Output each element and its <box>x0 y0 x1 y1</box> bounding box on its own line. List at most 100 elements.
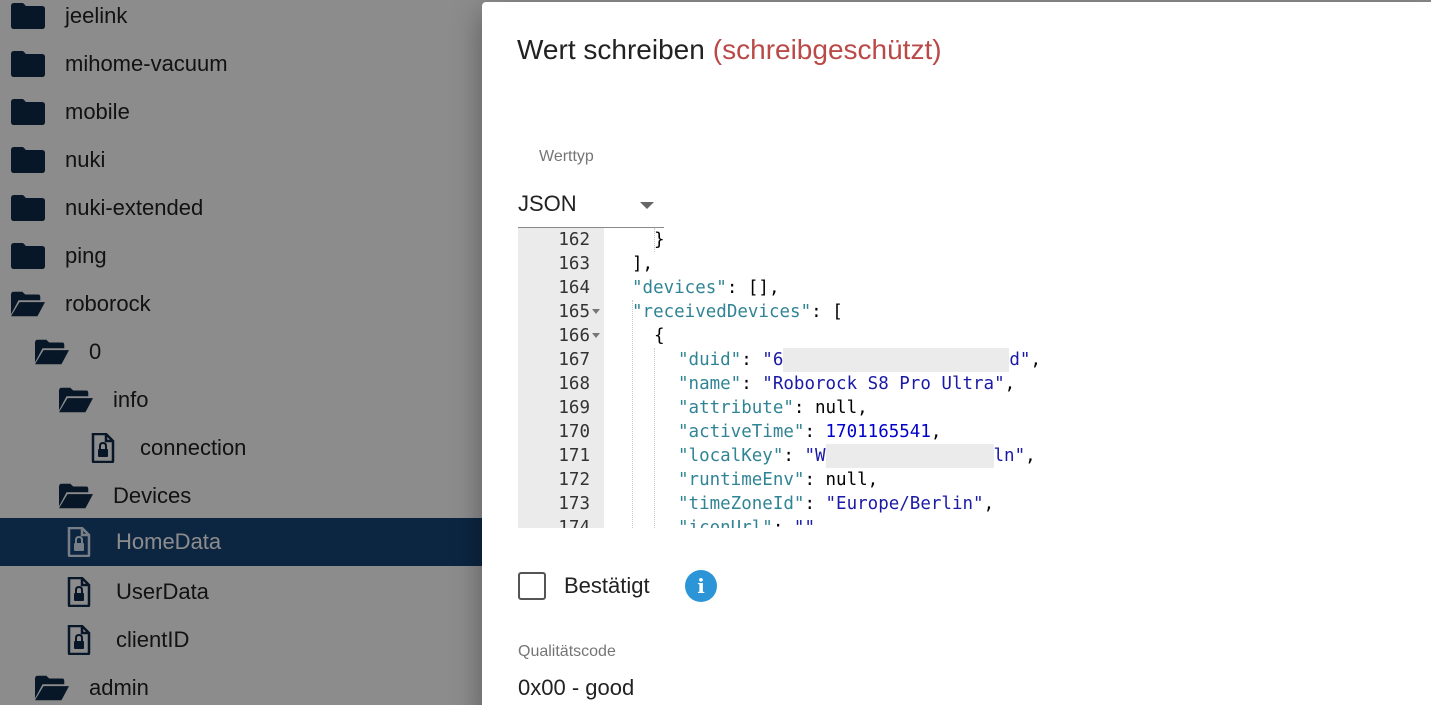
tree-item-label: connection <box>140 435 247 460</box>
quality-code-label: Qualitätscode <box>518 643 616 660</box>
readonly-note: (schreibgeschützt) <box>712 34 942 65</box>
json-key: "duid" <box>678 350 742 370</box>
json-string: "6 <box>762 350 784 370</box>
confirmed-label: Bestätigt <box>564 573 650 598</box>
json-punct: : [], <box>726 278 780 298</box>
code-line: "activeTime": 1701165541, <box>678 420 941 444</box>
code-line: "receivedDevices": [ <box>632 300 843 324</box>
json-punct: : null, <box>804 470 879 490</box>
confirmed-checkbox[interactable] <box>518 572 546 600</box>
locked-file-icon <box>62 625 96 655</box>
folder-icon <box>11 242 45 270</box>
json-punct: , <box>983 494 995 514</box>
json-string: ln" <box>993 446 1026 466</box>
json-string: "Roborock S8 Pro Ultra" <box>762 374 1005 394</box>
tree-item-label: ping <box>65 243 107 268</box>
folder-open-icon <box>59 482 93 510</box>
folder-open-icon <box>59 386 93 414</box>
value-type-label: Werttyp <box>539 148 594 165</box>
folder-open-icon <box>35 674 69 702</box>
folder-icon <box>11 50 45 78</box>
code-line: ], <box>632 254 654 274</box>
code-line: "iconUrl": "", <box>678 516 826 528</box>
line-number: 164 <box>558 278 590 298</box>
folder-icon <box>11 146 45 174</box>
json-punct: , <box>1025 446 1036 466</box>
json-punct: : <box>783 446 805 466</box>
dialog-title-text: Wert schreiben <box>517 34 705 65</box>
tree-item-label: 0 <box>89 339 102 364</box>
redacted-block <box>825 444 994 468</box>
value-type-select[interactable]: JSON <box>518 190 664 228</box>
json-key: "name" <box>678 374 742 394</box>
json-string: "" <box>793 518 815 528</box>
tree-item-label: nuki-extended <box>65 195 204 220</box>
line-number: 174 <box>558 518 590 528</box>
tree-item-label: mobile <box>65 99 130 124</box>
json-key: "iconUrl" <box>678 518 773 528</box>
fold-arrow-icon[interactable] <box>592 309 600 314</box>
json-string: "W <box>804 446 826 466</box>
json-string: d" <box>1009 350 1031 370</box>
line-number: 173 <box>558 494 590 514</box>
confirmed-checkbox-row[interactable]: Bestätigt <box>518 572 650 600</box>
code-line: "name": "Roborock S8 Pro Ultra", <box>678 372 1015 396</box>
code-line: "runtimeEnv": null, <box>678 468 878 492</box>
folder-open-icon <box>11 290 45 318</box>
json-string: "Europe/Berlin" <box>825 494 984 514</box>
json-punct: : <box>741 374 763 394</box>
json-punct: : [ <box>811 302 843 322</box>
folder-icon <box>11 2 45 30</box>
code-line: "timeZoneId": "Europe/Berlin", <box>678 492 994 516</box>
code-line: "attribute": null, <box>678 396 868 420</box>
json-key: "receivedDevices" <box>632 302 812 322</box>
code-line: "duid": "6 d", <box>678 348 1041 372</box>
write-value-dialog: Wert schreiben (schreibgeschützt) Werttyp… <box>482 2 1431 705</box>
code-line: "localKey": "W ln", <box>678 444 1036 468</box>
tree-item-label: roborock <box>65 291 151 316</box>
locked-file-icon <box>62 577 96 607</box>
redacted-block <box>783 348 1010 372</box>
tree-item-label: admin <box>89 675 149 700</box>
code-line: "devices": [], <box>632 276 780 300</box>
code-line: { <box>654 326 665 346</box>
code-line: } <box>654 230 665 250</box>
value-type-value: JSON <box>518 191 577 216</box>
locked-file-icon <box>62 527 96 557</box>
folder-icon <box>11 98 45 126</box>
line-number: 169 <box>558 398 590 418</box>
fold-arrow-icon[interactable] <box>592 333 600 338</box>
indent-guide <box>632 300 633 528</box>
dropdown-arrow-icon <box>640 202 654 209</box>
line-number: 162 <box>558 230 590 250</box>
indent-guide <box>654 348 655 528</box>
line-number: 171 <box>558 446 590 466</box>
tree-item-label: jeelink <box>65 3 128 28</box>
json-punct: , <box>930 422 942 442</box>
json-key: "devices" <box>632 278 727 298</box>
json-key: "activeTime" <box>678 422 805 442</box>
tree-item-label: clientID <box>116 627 190 652</box>
line-number: 165 <box>558 302 590 322</box>
dialog-title: Wert schreiben (schreibgeschützt) <box>517 34 942 66</box>
json-punct: , <box>1004 374 1016 394</box>
tree-item-label: nuki <box>65 147 106 172</box>
folder-open-icon <box>35 338 69 366</box>
info-icon[interactable]: i <box>685 570 717 602</box>
json-editor[interactable]: 162 163 164 165 166 167 168 169 170 171 … <box>518 228 1108 528</box>
json-punct: : <box>804 494 826 514</box>
json-number: 1701165541 <box>825 422 931 442</box>
json-punct: , <box>814 518 826 528</box>
line-number: 168 <box>558 374 590 394</box>
tree-item-label: Devices <box>113 483 192 508</box>
json-key: "localKey" <box>678 446 784 466</box>
json-punct: : null, <box>793 398 868 418</box>
locked-file-icon <box>86 433 120 463</box>
line-number: 167 <box>558 350 590 370</box>
line-number: 163 <box>558 254 590 274</box>
json-key: "timeZoneId" <box>678 494 805 514</box>
json-key: "attribute" <box>678 398 794 418</box>
tree-item-label: HomeData <box>116 529 222 554</box>
folder-icon <box>11 194 45 222</box>
line-number: 170 <box>558 422 590 442</box>
